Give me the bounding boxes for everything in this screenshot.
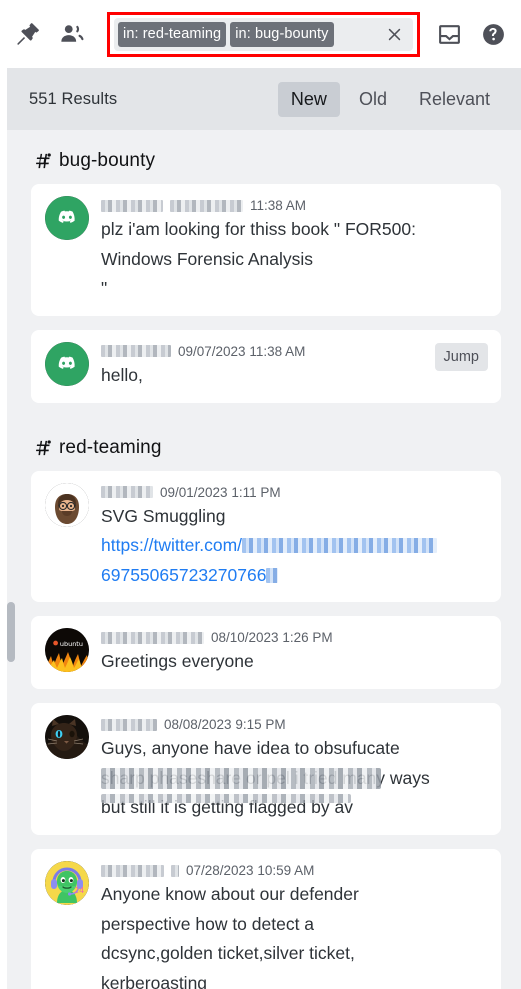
search-filter-pill-1[interactable]: in: bug-bounty bbox=[230, 21, 334, 48]
message-timestamp: 08/08/2023 9:15 PM bbox=[164, 717, 286, 733]
results-header: 551 Results New Old Relevant bbox=[7, 68, 521, 130]
message-text: kerberoasting bbox=[101, 972, 208, 989]
message-text: perspective how to detect a bbox=[101, 913, 315, 934]
redacted-text bbox=[170, 199, 243, 212]
channel-name: bug-bounty bbox=[59, 150, 156, 171]
message-line: but still it is getting flagged by av bbox=[101, 794, 487, 822]
redacted-text bbox=[101, 631, 204, 644]
message-text: SVG Smuggling bbox=[101, 505, 226, 526]
message-line: sharp phaseshare or pel i tried many way… bbox=[101, 765, 487, 793]
message-body: 09/07/2023 11:38 AM hello, bbox=[101, 342, 487, 390]
search-box-highlight: in: red-teaming in: bug-bounty bbox=[107, 12, 420, 57]
search-input[interactable]: in: red-teaming in: bug-bounty bbox=[114, 18, 413, 51]
discord-logo-avatar bbox=[45, 196, 89, 240]
sort-tab-new[interactable]: New bbox=[277, 81, 340, 117]
search-result-message[interactable]: ubuntu 08/10/2023 1:26 PM Greetings everyo… bbox=[31, 616, 501, 690]
clear-search-icon[interactable] bbox=[383, 24, 405, 46]
message-line[interactable]: 69755065723270766 bbox=[101, 562, 487, 590]
jump-button[interactable]: Jump bbox=[434, 342, 488, 371]
message-line: dcsync,golden ticket,silver ticket, bbox=[101, 940, 487, 968]
message-timestamp: 08/10/2023 1:26 PM bbox=[211, 630, 333, 646]
message-body: 11:38 AM plz i'am looking for thiss book … bbox=[101, 196, 487, 303]
message-body: 08/10/2023 1:26 PM Greetings everyone bbox=[101, 628, 487, 676]
message-meta: 08/10/2023 1:26 PM bbox=[101, 629, 487, 646]
message-timestamp: 09/07/2023 11:38 AM bbox=[178, 343, 306, 359]
blurred-text-overlay bbox=[101, 794, 351, 804]
message-meta: 09/01/2023 1:11 PM bbox=[101, 484, 487, 501]
search-result-message[interactable]: 11:38 AM plz i'am looking for thiss book … bbox=[31, 184, 501, 316]
redacted-text bbox=[171, 864, 179, 877]
message-text: " bbox=[101, 278, 108, 299]
redacted-link-part bbox=[242, 538, 438, 554]
search-result-message[interactable]: 08/08/2023 9:15 PM Guys, anyone have idea… bbox=[31, 703, 501, 836]
message-meta: 07/28/2023 10:59 AM bbox=[101, 862, 487, 879]
message-line: kerberoasting bbox=[101, 970, 487, 989]
message-text: 69755065723270766 bbox=[101, 564, 267, 585]
message-line: Anyone know about our defender bbox=[101, 881, 487, 909]
message-text: Anyone know about our defender bbox=[101, 884, 359, 905]
green-headset-avatar: 24 bbox=[45, 861, 89, 906]
search-result-message[interactable]: 24 07/28/2023 10:59 AM Anyone know about o… bbox=[31, 849, 501, 989]
svg-text:ubuntu: ubuntu bbox=[60, 640, 83, 648]
message-text: dcsync,golden ticket,silver ticket, bbox=[101, 943, 355, 964]
message-line: perspective how to detect a bbox=[101, 911, 487, 939]
message-text: plz i'am looking for thiss book " FOR500… bbox=[101, 219, 416, 239]
message-text: Guys, anyone have idea to obsufucate bbox=[101, 738, 400, 759]
search-results-list[interactable]: bug-bounty 11:38 AM plz i'am looking for t… bbox=[7, 130, 521, 989]
message-line: plz i'am looking for thiss book " FOR500… bbox=[101, 216, 487, 244]
channel-name: red-teaming bbox=[59, 436, 162, 458]
message-meta: 09/07/2023 11:38 AM bbox=[101, 343, 487, 360]
pin-icon[interactable] bbox=[6, 12, 50, 56]
message-timestamp: 07/28/2023 10:59 AM bbox=[186, 863, 315, 879]
redacted-link-part bbox=[266, 567, 279, 583]
message-line: " bbox=[101, 275, 487, 303]
message-meta: 11:38 AM bbox=[101, 197, 487, 214]
message-line: Guys, anyone have idea to obsufucate bbox=[101, 735, 487, 763]
message-timestamp: 09/01/2023 1:11 PM bbox=[160, 484, 281, 500]
channel-toolbar: in: red-teaming in: bug-bounty bbox=[0, 0, 521, 68]
redacted-text bbox=[101, 345, 171, 358]
results-count: 551 Results bbox=[29, 89, 118, 108]
inbox-icon[interactable] bbox=[427, 12, 471, 56]
message-body: 09/01/2023 1:11 PM SVG Smuggling https://t… bbox=[101, 483, 487, 590]
message-line[interactable]: https://twitter.com/ bbox=[101, 532, 487, 560]
hash-thread-icon bbox=[33, 151, 52, 171]
redacted-text bbox=[101, 199, 163, 212]
blurred-text-overlay bbox=[101, 767, 381, 789]
scrollbar-thumb[interactable] bbox=[7, 602, 15, 662]
redacted-text bbox=[101, 864, 164, 877]
ubuntu-flame-avatar: ubuntu bbox=[45, 628, 89, 673]
message-text: hello, bbox=[101, 364, 143, 385]
message-line: Greetings everyone bbox=[101, 648, 487, 676]
hash-thread-icon bbox=[33, 438, 52, 458]
message-timestamp: 11:38 AM bbox=[250, 198, 307, 213]
message-body: 08/08/2023 9:15 PM Guys, anyone have idea… bbox=[101, 715, 487, 822]
search-result-message[interactable]: 09/01/2023 1:11 PM SVG Smuggling https://t… bbox=[31, 470, 501, 603]
results-scrollbar[interactable] bbox=[7, 130, 15, 989]
message-meta: 08/08/2023 9:15 PM bbox=[101, 716, 487, 733]
discord-logo-avatar bbox=[45, 341, 89, 386]
message-body: 07/28/2023 10:59 AM Anyone know about our… bbox=[101, 861, 487, 989]
channel-header-bug-bounty: bug-bounty bbox=[31, 130, 501, 184]
members-icon[interactable] bbox=[50, 12, 94, 56]
help-icon[interactable] bbox=[471, 12, 515, 56]
redacted-text bbox=[101, 718, 157, 731]
search-result-message[interactable]: 09/07/2023 11:38 AM hello, Jump bbox=[31, 329, 501, 403]
channel-header-red-teaming: red-teaming bbox=[31, 417, 501, 471]
cat-avatar bbox=[45, 715, 89, 760]
redacted-text bbox=[101, 486, 153, 499]
sort-tab-relevant[interactable]: Relevant bbox=[406, 82, 503, 117]
sort-tabs: New Old Relevant bbox=[277, 81, 503, 117]
discord-search-results-panel: in: red-teaming in: bug-bounty 551 Resul… bbox=[0, 0, 521, 989]
message-text: https://twitter.com/ bbox=[101, 535, 243, 556]
message-line: SVG Smuggling bbox=[101, 503, 487, 531]
message-line: hello, bbox=[101, 362, 487, 390]
search-filter-pill-0[interactable]: in: red-teaming bbox=[118, 21, 227, 48]
message-text: Greetings everyone bbox=[101, 651, 254, 672]
message-line: Windows Forensic Analysis bbox=[101, 246, 487, 274]
svg-text:24: 24 bbox=[74, 886, 84, 895]
bearded-man-avatar bbox=[45, 482, 89, 527]
sort-tab-old[interactable]: Old bbox=[346, 82, 400, 117]
message-text: Windows Forensic Analysis bbox=[101, 248, 314, 269]
